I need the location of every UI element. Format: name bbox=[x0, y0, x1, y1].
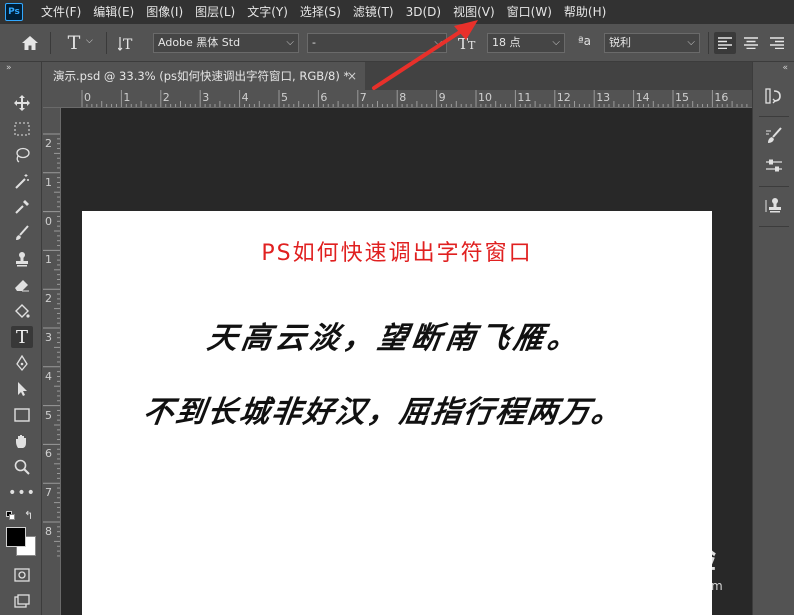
marquee-tool-icon[interactable] bbox=[11, 118, 33, 140]
chevron-down-icon[interactable]: ⌵ bbox=[86, 36, 93, 46]
more-tools-icon[interactable]: ••• bbox=[8, 482, 35, 504]
screen-mode-icon[interactable] bbox=[11, 590, 33, 612]
text-orientation-icon[interactable]: T bbox=[117, 33, 139, 53]
ruler-label: 12 bbox=[556, 91, 571, 104]
ruler-label: 2 bbox=[162, 91, 170, 104]
separator bbox=[759, 186, 789, 187]
chevron-down-icon: ⌵ bbox=[687, 37, 695, 48]
ruler-label: 1 bbox=[123, 91, 131, 104]
brush-settings-icon[interactable] bbox=[762, 124, 786, 148]
clone-source-icon[interactable] bbox=[762, 194, 786, 218]
ruler-label: 7 bbox=[359, 91, 367, 104]
ruler-label: 1 bbox=[45, 175, 52, 189]
magic-wand-tool-icon[interactable] bbox=[11, 170, 33, 192]
ruler-label: 14 bbox=[635, 91, 650, 104]
chevron-down-icon: ⌵ bbox=[286, 37, 294, 48]
ruler-label: 13 bbox=[596, 91, 611, 104]
ruler-label: 0 bbox=[84, 91, 91, 104]
align-left-icon[interactable] bbox=[714, 32, 736, 54]
menu-image[interactable]: 图像(I) bbox=[140, 0, 189, 24]
panel-dock: « bbox=[752, 62, 794, 615]
type-tool-icon[interactable]: T bbox=[11, 326, 33, 348]
menu-select[interactable]: 选择(S) bbox=[294, 0, 347, 24]
menu-type[interactable]: 文字(Y) bbox=[241, 0, 294, 24]
separator bbox=[106, 32, 107, 54]
close-icon[interactable]: × bbox=[347, 62, 357, 90]
poem-line-1[interactable]: 天高云淡，望断南飞雁。 bbox=[205, 313, 585, 357]
move-tool-icon[interactable] bbox=[11, 92, 33, 114]
document-tab-title: 演示.psd @ 33.3% (ps如何快速调出字符窗口, RGB/8) * bbox=[53, 69, 350, 83]
ruler-label: 6 bbox=[45, 447, 52, 461]
text-tool-icon[interactable]: T bbox=[63, 32, 85, 54]
separator bbox=[708, 32, 709, 54]
anti-alias-value: 锐利 bbox=[609, 36, 631, 49]
home-icon[interactable] bbox=[20, 33, 40, 53]
adjustments-icon[interactable] bbox=[762, 154, 786, 178]
ruler-label: 3 bbox=[202, 91, 210, 104]
align-center-icon[interactable] bbox=[740, 32, 762, 54]
watermark-url: jingyan.baidu.com bbox=[612, 579, 723, 593]
menu-window[interactable]: 窗口(W) bbox=[501, 0, 558, 24]
paint-bucket-tool-icon[interactable] bbox=[11, 300, 33, 322]
svg-text:T: T bbox=[123, 37, 133, 52]
ruler-label: 2 bbox=[45, 137, 52, 150]
font-family-value: Adobe 黑体 Std bbox=[158, 36, 241, 49]
ruler-label: 5 bbox=[45, 408, 52, 422]
anti-alias-select[interactable]: 锐利 ⌵ bbox=[604, 33, 700, 53]
ruler-label: 4 bbox=[241, 91, 249, 104]
font-size-select[interactable]: 18 点 ⌵ bbox=[487, 33, 565, 53]
ruler-label: 5 bbox=[281, 91, 288, 104]
quick-mask-icon[interactable] bbox=[11, 564, 33, 586]
ruler-label: 11 bbox=[517, 91, 532, 104]
poem-line-2[interactable]: 不到长城非好汉，屈指行程两万。 bbox=[141, 387, 627, 431]
eraser-tool-icon[interactable] bbox=[11, 274, 33, 296]
ruler-label: 6 bbox=[320, 91, 328, 104]
stamp-tool-icon[interactable] bbox=[11, 248, 33, 270]
swap-colors-icon[interactable]: ↰ bbox=[24, 509, 33, 522]
separator bbox=[759, 116, 789, 117]
font-family-select[interactable]: Adobe 黑体 Std ⌵ bbox=[153, 33, 299, 53]
ruler-label: 8 bbox=[45, 525, 52, 538]
separator bbox=[759, 226, 789, 227]
font-style-value: - bbox=[312, 36, 316, 49]
separator bbox=[50, 32, 51, 54]
ruler-label: 16 bbox=[714, 91, 729, 104]
ruler-label: 4 bbox=[45, 369, 52, 383]
collapse-panel-icon[interactable]: » bbox=[6, 63, 12, 73]
annotation-arrow bbox=[372, 20, 478, 90]
align-right-icon[interactable] bbox=[766, 32, 788, 54]
eyedropper-tool-icon[interactable] bbox=[11, 196, 33, 218]
tools-panel: » T ••• ↰ bbox=[0, 62, 42, 615]
menu-edit[interactable]: 编辑(E) bbox=[87, 0, 140, 24]
foreground-color-swatch[interactable] bbox=[6, 527, 26, 547]
document-title-text[interactable]: PS如何快速调出字符窗口 bbox=[82, 235, 712, 267]
menu-layer[interactable]: 图层(L) bbox=[189, 0, 241, 24]
vertical-ruler: 2 1 0 1 2 3 4 5 6 7 8 bbox=[43, 108, 61, 615]
ruler-label: 15 bbox=[675, 91, 689, 104]
document-tab[interactable]: 演示.psd @ 33.3% (ps如何快速调出字符窗口, RGB/8) * × bbox=[43, 62, 365, 90]
watermark-brand: Bai经验 bbox=[610, 542, 716, 575]
collapse-panel-icon[interactable]: « bbox=[782, 63, 788, 73]
default-colors-icon[interactable] bbox=[6, 511, 16, 521]
menu-file[interactable]: 文件(F) bbox=[35, 0, 87, 24]
anti-alias-icon: ªa bbox=[578, 34, 592, 48]
ruler-label: 2 bbox=[45, 292, 52, 306]
photoshop-logo: Ps bbox=[5, 3, 23, 21]
path-select-tool-icon[interactable] bbox=[11, 378, 33, 400]
chevron-down-icon: ⌵ bbox=[552, 37, 560, 48]
pen-tool-icon[interactable] bbox=[11, 352, 33, 374]
rectangle-tool-icon[interactable] bbox=[11, 404, 33, 426]
watermark: Bai经验 jingyan.baidu.com bbox=[598, 535, 758, 605]
hand-tool-icon[interactable] bbox=[11, 430, 33, 452]
font-size-value: 18 点 bbox=[492, 36, 521, 49]
brush-tool-icon[interactable] bbox=[11, 222, 33, 244]
ruler-label: 7 bbox=[45, 486, 52, 500]
menu-help[interactable]: 帮助(H) bbox=[558, 0, 612, 24]
ruler-label: 1 bbox=[45, 253, 52, 267]
ruler-label: 3 bbox=[45, 331, 52, 344]
lasso-tool-icon[interactable] bbox=[11, 144, 33, 166]
ruler-label: 0 bbox=[45, 214, 52, 228]
history-panel-icon[interactable] bbox=[762, 84, 786, 108]
zoom-tool-icon[interactable] bbox=[11, 456, 33, 478]
